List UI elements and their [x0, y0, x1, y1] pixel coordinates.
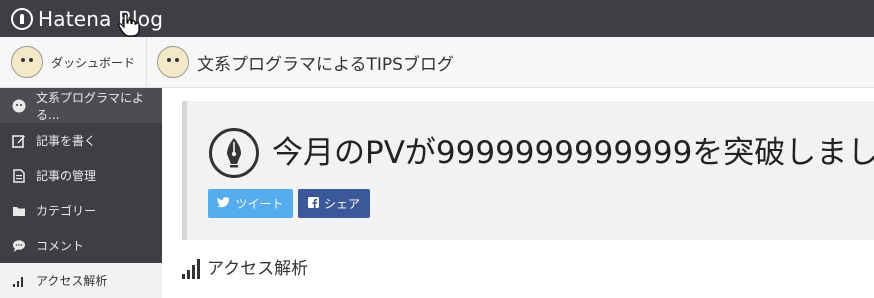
logo-text: Hatena Blog: [38, 7, 164, 31]
sidebar-item-blog[interactable]: 文系プログラマによる...: [0, 88, 162, 123]
sidebar-item-access[interactable]: アクセス解析: [0, 263, 162, 298]
achievement-headline: 今月のPVが9999999999999を突破しました: [272, 135, 874, 171]
pen-nib-icon: [11, 8, 33, 30]
sidebar-item-label: アクセス解析: [36, 274, 108, 288]
sidebar-item-label: 記事を書く: [36, 134, 97, 148]
blog-title: 文系プログラマによるTIPSブログ: [197, 54, 454, 75]
main-content: 今月のPVが9999999999999を突破しました ツイート シェア アクセス…: [162, 88, 874, 282]
document-icon: [12, 168, 26, 183]
facebook-share-button[interactable]: シェア: [298, 189, 370, 218]
comment-icon: [12, 239, 26, 253]
bar-chart-icon: [182, 259, 202, 279]
sidebar: 文系プログラマによる... 記事を書く 記事の管理 カテゴリー コメント アクセ…: [0, 88, 162, 298]
sidebar-item-manage[interactable]: 記事の管理: [0, 158, 162, 193]
avatar-icon: [157, 46, 189, 78]
dashboard-label: ダッシュボード: [51, 55, 136, 70]
share-label: シェア: [323, 197, 360, 211]
hatena-blog-logo[interactable]: Hatena Blog: [11, 7, 163, 31]
blog-title-link[interactable]: 文系プログラマによるTIPSブログ: [157, 37, 454, 87]
tweet-label: ツイート: [235, 197, 284, 211]
pen-nib-icon: [209, 128, 259, 178]
tweet-button[interactable]: ツイート: [208, 189, 293, 218]
sidebar-item-category[interactable]: カテゴリー: [0, 193, 162, 228]
sidebar-item-label: 文系プログラマによる...: [36, 90, 145, 122]
sidebar-item-label: コメント: [36, 239, 85, 253]
sidebar-item-label: カテゴリー: [36, 204, 97, 218]
sidebar-item-comment[interactable]: コメント: [0, 228, 162, 263]
folder-icon: [12, 204, 26, 218]
global-header: Hatena Blog: [0, 0, 874, 37]
edit-icon: [12, 134, 26, 148]
sub-header: ダッシュボード 文系プログラマによるTIPSブログ: [0, 37, 874, 88]
access-analysis-heading: アクセス解析: [182, 254, 308, 279]
facebook-icon: [307, 196, 319, 211]
sidebar-item-label: 記事の管理: [36, 169, 97, 183]
twitter-icon: [217, 196, 230, 211]
bar-chart-icon: [12, 274, 26, 288]
achievement-panel: 今月のPVが9999999999999を突破しました ツイート シェア: [182, 101, 874, 240]
hand-pointer-icon: [118, 13, 140, 37]
sidebar-item-write[interactable]: 記事を書く: [0, 123, 162, 158]
avatar-icon: [12, 99, 26, 113]
access-heading-label: アクセス解析: [207, 259, 309, 279]
dashboard-link[interactable]: ダッシュボード: [0, 37, 147, 87]
avatar-icon: [11, 46, 43, 78]
